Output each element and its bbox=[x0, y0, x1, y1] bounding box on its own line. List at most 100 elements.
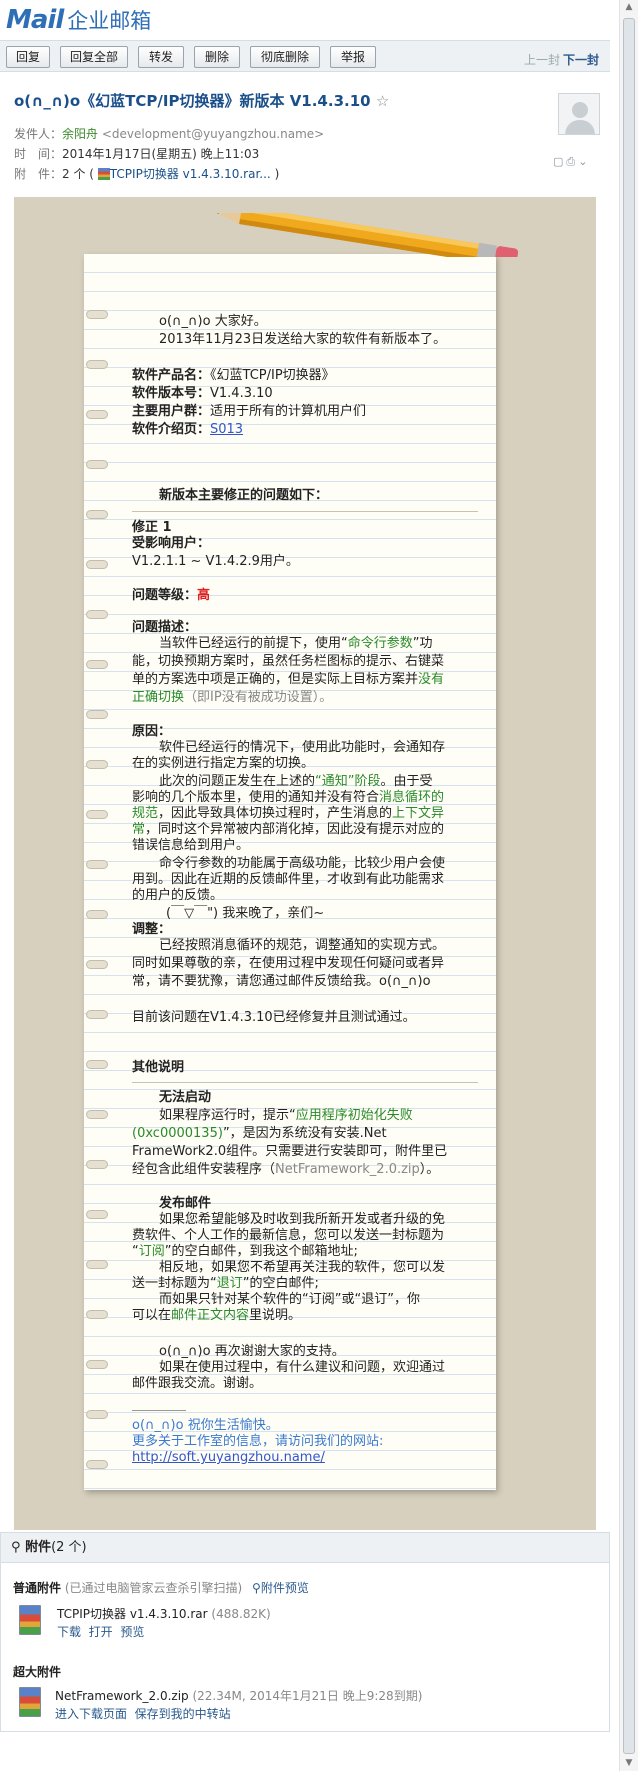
attach-link[interactable]: TCPIP切换器 v1.4.3.10.rar... bbox=[110, 167, 271, 181]
binder-ring bbox=[86, 310, 108, 319]
adjust-line: 同时如果尊敬的亲，在使用过程中发现任何疑问或者异 bbox=[132, 956, 445, 971]
normal-attach-row: 普通附件 (已通过电脑管家云查杀引擎扫描) ⚲附件预览 bbox=[13, 1579, 309, 1596]
binder-ring bbox=[86, 360, 108, 369]
desc-line: 正确切换（即IP没有被成功设置）。 bbox=[132, 690, 482, 706]
reply-all-button[interactable]: 回复全部 bbox=[60, 46, 128, 68]
publish-text: ”的空白邮件; bbox=[242, 1276, 319, 1291]
attachments-header: ⚲ 附件(2 个) bbox=[1, 1533, 609, 1563]
signature-line: o(∩_∩)o 祝你生活愉快。 bbox=[132, 1418, 279, 1433]
binder-ring bbox=[86, 510, 108, 519]
normal-label: 普通附件 bbox=[13, 1581, 62, 1595]
fixed-note: 目前该问题在V1.4.3.10已经修复并且测试通过。 bbox=[132, 1010, 416, 1025]
print-icon[interactable]: ⎙ bbox=[566, 155, 578, 168]
binder-ring bbox=[86, 560, 108, 569]
affect-value: V1.2.1.1 ~ V1.4.2.9用户。 bbox=[132, 554, 299, 569]
product-value: 《幻蓝TCP/IP切换器》 bbox=[210, 368, 335, 383]
attach-preview-link[interactable]: 附件预览 bbox=[261, 1581, 309, 1595]
report-button[interactable]: 举报 bbox=[330, 46, 376, 68]
signature-divider bbox=[132, 1410, 186, 1411]
divider bbox=[132, 511, 478, 512]
cause-label: 原因： bbox=[132, 724, 172, 739]
attach-count: 2 个 ( bbox=[62, 167, 94, 181]
publish-title: 发布邮件 bbox=[159, 1196, 212, 1211]
binder-ring bbox=[86, 1460, 108, 1469]
scroll-down-icon[interactable]: ▼ bbox=[624, 1758, 634, 1768]
logo-cn-text: 企业邮箱 bbox=[67, 9, 152, 33]
subject-text: o(∩_∩)o《幻蓝TCP/IP切换器》新版本 V1.4.3.10 bbox=[14, 92, 371, 110]
adjust-line: 常，请不要犹豫，请您通过邮件反馈给我。o(∩_∩)o bbox=[132, 974, 431, 989]
attachments-title: 附件 bbox=[25, 1540, 52, 1555]
binder-ring bbox=[86, 1360, 108, 1369]
publish-highlight: 订阅 bbox=[138, 1244, 165, 1259]
file2-name: NetFramework_2.0.zip bbox=[55, 1689, 189, 1703]
version-value: V1.4.3.10 bbox=[210, 386, 273, 401]
attach-row: 附 件：2 个 ( TCPIP切换器 v1.4.3.10.rar... ) bbox=[14, 165, 279, 182]
cause-line: 的用户的反馈。 bbox=[132, 888, 224, 903]
website-link[interactable]: http://soft.yuyangzhou.name/ bbox=[132, 1450, 482, 1466]
page-link[interactable]: S013 bbox=[210, 422, 243, 437]
desc-highlight: 没有 bbox=[418, 672, 445, 687]
cause-line: 在的实例进行指定方案的切换。 bbox=[132, 756, 315, 771]
cause-line: 命令行参数的功能属于高级功能，比较少用户会使 bbox=[159, 856, 446, 871]
cause-line: 规范，因此导致具体切换过程时，产生消息的上下文异 bbox=[132, 806, 482, 822]
chevron-down-icon[interactable]: ⌄ bbox=[578, 155, 590, 168]
binder-ring bbox=[86, 1010, 108, 1019]
publish-line: 送一封标题为“退订”的空白邮件; bbox=[132, 1276, 482, 1292]
fix-title: 修正 1 bbox=[132, 520, 172, 535]
rar-file-icon bbox=[19, 1605, 41, 1635]
desc-text: 当软件已经运行的前提下，使用“ bbox=[159, 636, 348, 651]
binder-ring bbox=[86, 1310, 108, 1319]
prev-mail-link[interactable]: 上一封 bbox=[524, 51, 560, 68]
scroll-thumb[interactable] bbox=[623, 18, 635, 1754]
desc-highlight: 正确切换 bbox=[132, 690, 185, 705]
delete-button[interactable]: 删除 bbox=[194, 46, 240, 68]
nostart-line: (0xc0000135)”，是因为系统没有安装.Net bbox=[132, 1126, 482, 1142]
sender-name[interactable]: 余阳舟 bbox=[62, 127, 98, 141]
download-page-link[interactable]: 进入下载页面 bbox=[55, 1707, 127, 1721]
scroll-up-icon[interactable]: ▲ bbox=[624, 2, 634, 12]
version-row: 软件版本号：V1.4.3.10 bbox=[132, 386, 482, 402]
preview-link[interactable]: 预览 bbox=[120, 1625, 144, 1639]
adjust-line: 已经按照消息循环的规范，调整通知的实现方式。 bbox=[159, 938, 446, 953]
fix-heading: 新版本主要修正的问题如下： bbox=[159, 488, 329, 503]
search-icon: ⚲ bbox=[252, 1581, 261, 1595]
download-link[interactable]: 下载 bbox=[57, 1625, 81, 1639]
forward-button[interactable]: 转发 bbox=[138, 46, 184, 68]
other-heading: 其他说明 bbox=[132, 1060, 185, 1075]
signature-line: 更多关于工作室的信息，请访问我们的网站: bbox=[132, 1434, 384, 1449]
publish-highlight: 退订 bbox=[216, 1276, 243, 1291]
file2-info: NetFramework_2.0.zip (22.34M, 2014年1月21日… bbox=[55, 1687, 422, 1704]
delete-permanently-button[interactable]: 彻底删除 bbox=[250, 46, 320, 68]
publish-text: “ bbox=[132, 1244, 139, 1259]
binder-ring bbox=[86, 760, 108, 769]
cause-highlight: 规范 bbox=[132, 806, 159, 821]
reply-button[interactable]: 回复 bbox=[6, 46, 50, 68]
desc-line: 能，切换预期方案时，虽然任务栏图标的提示、右键菜 bbox=[132, 654, 445, 669]
open-link[interactable]: 打开 bbox=[89, 1625, 113, 1639]
file1-info: TCPIP切换器 v1.4.3.10.rar (488.82K) bbox=[57, 1605, 271, 1622]
file1-actions: 下载 打开 预览 bbox=[57, 1623, 144, 1640]
page-row: 软件介绍页：S013 bbox=[132, 422, 482, 438]
save-to-transfer-link[interactable]: 保存到我的中转站 bbox=[135, 1707, 231, 1721]
star-icon[interactable]: ☆ bbox=[376, 92, 389, 110]
file1-size: (488.82K) bbox=[211, 1607, 271, 1621]
binder-ring bbox=[86, 1260, 108, 1269]
cause-text: 。由于受 bbox=[380, 774, 433, 789]
nostart-line: FrameWork2.0组件。只需要进行安装即可，附件里已 bbox=[132, 1144, 448, 1159]
binder-ring bbox=[86, 660, 108, 669]
mail-subject: o(∩_∩)o《幻蓝TCP/IP切换器》新版本 V1.4.3.10 ☆ bbox=[14, 90, 389, 111]
binder-ring bbox=[86, 1060, 108, 1069]
note-icon[interactable]: ▢ bbox=[553, 155, 566, 168]
rar-icon bbox=[97, 168, 110, 180]
binder-ring bbox=[86, 1410, 108, 1419]
desc-text: ”功 bbox=[412, 636, 433, 651]
cause-highlight: “通知”阶段 bbox=[315, 774, 381, 789]
users-row: 主要用户群：适用于所有的计算机用户们 bbox=[132, 404, 482, 420]
attachments-count: (2 个) bbox=[51, 1540, 87, 1555]
next-mail-link[interactable]: 下一封 bbox=[563, 51, 599, 68]
scrollbar[interactable]: ▲ ▼ bbox=[619, 0, 638, 1771]
file2-actions: 进入下载页面 保存到我的中转站 bbox=[55, 1705, 231, 1722]
binder-ring bbox=[86, 460, 108, 469]
binder-ring bbox=[86, 810, 108, 819]
binder-ring bbox=[86, 1210, 108, 1219]
